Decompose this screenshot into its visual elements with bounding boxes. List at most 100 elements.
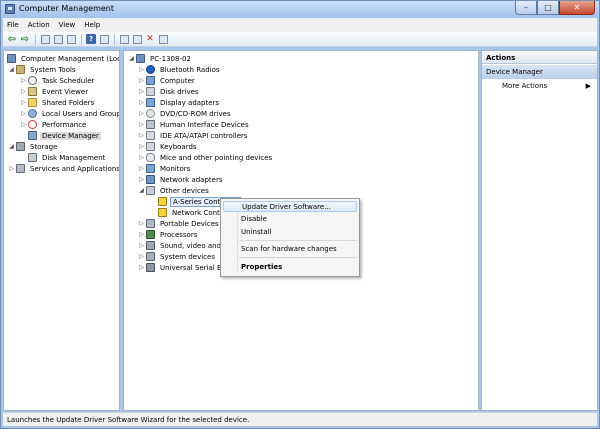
tree-item-shared-folders[interactable]: ▷ Shared Folders xyxy=(20,97,96,108)
disable-button[interactable] xyxy=(157,33,169,45)
device-category-bluetooth[interactable]: ▷ Bluetooth Radios xyxy=(138,64,222,75)
up-folder-button[interactable] xyxy=(39,33,51,45)
device-category-disk-drives[interactable]: ▷ Disk drives xyxy=(138,86,201,97)
scan-hardware-button[interactable] xyxy=(118,33,130,45)
tree-item-services-applications[interactable]: ▷ Services and Applications xyxy=(8,163,119,174)
tree-item-label: Computer Management (Local xyxy=(21,54,120,63)
show-hide-tree-button[interactable] xyxy=(52,33,64,45)
expand-arrow-icon[interactable]: ▷ xyxy=(138,264,145,271)
maximize-button[interactable]: □ xyxy=(537,1,559,15)
expand-arrow-icon[interactable]: ▷ xyxy=(138,110,145,117)
expand-arrow-icon[interactable]: ▷ xyxy=(20,88,27,95)
expand-arrow-icon[interactable]: ▷ xyxy=(138,231,145,238)
device-category-hid[interactable]: ▷ Human Interface Devices xyxy=(138,119,251,130)
tree-item-performance[interactable]: ▷ Performance xyxy=(20,119,88,130)
expand-arrow-icon[interactable]: ▷ xyxy=(138,121,145,128)
more-actions-link[interactable]: More Actions xyxy=(502,82,547,90)
collapse-arrow-icon[interactable]: ◢ xyxy=(8,143,15,150)
tree-item-label: Performance xyxy=(42,120,87,129)
tree-item-system-tools[interactable]: ◢ System Tools xyxy=(8,64,78,75)
device-category-system[interactable]: ▷ System devices xyxy=(138,251,217,262)
device-category-other-devices[interactable]: ◢ Other devices xyxy=(138,185,211,196)
close-button[interactable]: ✕ xyxy=(559,1,595,15)
chevron-right-icon[interactable]: ▶ xyxy=(586,82,591,90)
back-arrow-icon: ⇦ xyxy=(7,33,17,45)
expand-arrow-icon[interactable]: ▷ xyxy=(138,143,145,150)
device-category-processors[interactable]: ▷ Processors xyxy=(138,229,199,240)
collapse-arrow-icon[interactable]: ◢ xyxy=(128,55,135,62)
menu-file[interactable]: File xyxy=(7,21,19,29)
monitor-icon xyxy=(146,164,155,173)
device-category-keyboards[interactable]: ▷ Keyboards xyxy=(138,141,199,152)
title-bar[interactable]: Computer Management – □ ✕ xyxy=(1,1,599,18)
toolbar-separator xyxy=(81,33,82,45)
expand-arrow-icon[interactable]: ▷ xyxy=(8,165,15,172)
device-label: IDE ATA/ATAPI controllers xyxy=(160,131,248,140)
expand-arrow-icon[interactable]: ▷ xyxy=(138,77,145,84)
performance-icon xyxy=(28,120,37,129)
menu-item-uninstall[interactable]: Uninstall xyxy=(223,227,357,238)
menu-help[interactable]: Help xyxy=(84,21,100,29)
back-button[interactable]: ⇦ xyxy=(6,33,18,45)
tree-item-event-viewer[interactable]: ▷ Event Viewer xyxy=(20,86,90,97)
expand-arrow-icon[interactable]: ▷ xyxy=(138,253,145,260)
device-category-display-adapters[interactable]: ▷ Display adapters xyxy=(138,97,221,108)
menu-action[interactable]: Action xyxy=(28,21,50,29)
actions-pane: Actions Device Manager More Actions ▶ xyxy=(481,50,598,411)
device-category-portable[interactable]: ▷ Portable Devices xyxy=(138,218,221,229)
device-category-sound[interactable]: ▷ Sound, video and g xyxy=(138,240,230,251)
device-category-ide[interactable]: ▷ IDE ATA/ATAPI controllers xyxy=(138,130,250,141)
tree-item-local-users[interactable]: ▷ Local Users and Groups xyxy=(20,108,119,119)
tree-item-computer-management[interactable]: Computer Management (Local xyxy=(6,53,120,64)
device-category-usb[interactable]: ▷ Universal Serial Bus xyxy=(138,262,232,273)
device-label: Human Interface Devices xyxy=(160,120,249,129)
device-category-monitors[interactable]: ▷ Monitors xyxy=(138,163,192,174)
tree-item-device-manager[interactable]: Device Manager xyxy=(27,130,101,141)
expand-arrow-icon[interactable]: ▷ xyxy=(20,77,27,84)
expand-arrow-icon[interactable]: ▷ xyxy=(138,220,145,227)
uninstall-x-icon: ✕ xyxy=(146,34,154,44)
properties-button[interactable] xyxy=(65,33,77,45)
expand-arrow-icon[interactable]: ▷ xyxy=(20,99,27,106)
actions-header: Actions xyxy=(482,51,597,64)
device-category-computer[interactable]: ▷ Computer xyxy=(138,75,197,86)
device-label: Mice and other pointing devices xyxy=(160,153,273,162)
tree-item-storage[interactable]: ◢ Storage xyxy=(8,141,59,152)
action-pane-icon xyxy=(99,34,109,44)
expand-arrow-icon[interactable]: ▷ xyxy=(138,176,145,183)
expand-arrow-icon[interactable]: ▷ xyxy=(138,154,145,161)
disk-drive-icon xyxy=(146,87,155,96)
minimize-button[interactable]: – xyxy=(515,1,537,15)
expand-arrow-icon[interactable]: ▷ xyxy=(138,242,145,249)
device-category-mice[interactable]: ▷ Mice and other pointing devices xyxy=(138,152,274,163)
forward-button[interactable]: ⇨ xyxy=(19,33,31,45)
show-action-pane-button[interactable] xyxy=(98,33,110,45)
menu-item-disable[interactable]: Disable xyxy=(223,214,357,225)
uninstall-button[interactable]: ✕ xyxy=(144,33,156,45)
expand-arrow-icon[interactable]: ▷ xyxy=(138,88,145,95)
tree-item-label: Shared Folders xyxy=(42,98,95,107)
menu-item-properties[interactable]: Properties xyxy=(223,262,357,273)
expand-arrow-icon[interactable]: ▷ xyxy=(138,132,145,139)
device-network-controller[interactable]: Network Contro xyxy=(157,207,229,218)
expand-arrow-icon[interactable]: ▷ xyxy=(138,99,145,106)
expand-arrow-icon[interactable]: ▷ xyxy=(138,66,145,73)
expand-arrow-icon[interactable]: ▷ xyxy=(20,121,27,128)
update-driver-button[interactable] xyxy=(131,33,143,45)
help-button[interactable]: ? xyxy=(85,33,97,45)
device-category-network-adapters[interactable]: ▷ Network adapters xyxy=(138,174,225,185)
menu-view[interactable]: View xyxy=(59,21,76,29)
processor-icon xyxy=(146,230,155,239)
expand-arrow-icon[interactable]: ▷ xyxy=(20,110,27,117)
tree-item-disk-management[interactable]: Disk Management xyxy=(27,152,107,163)
collapse-arrow-icon[interactable]: ◢ xyxy=(8,66,15,73)
device-label: Other devices xyxy=(160,186,209,195)
collapse-arrow-icon[interactable]: ◢ xyxy=(138,187,145,194)
menu-item-scan-hardware[interactable]: Scan for hardware changes xyxy=(223,244,357,255)
expand-arrow-icon[interactable]: ▷ xyxy=(138,165,145,172)
actions-section-device-manager[interactable]: Device Manager xyxy=(482,65,597,79)
tree-item-task-scheduler[interactable]: ▷ Task Scheduler xyxy=(20,75,96,86)
menu-item-update-driver[interactable]: Update Driver Software... xyxy=(223,201,357,212)
device-tree-root[interactable]: ◢ PC-1308-02 xyxy=(128,53,193,64)
device-category-dvd-drives[interactable]: ▷ DVD/CD-ROM drives xyxy=(138,108,233,119)
